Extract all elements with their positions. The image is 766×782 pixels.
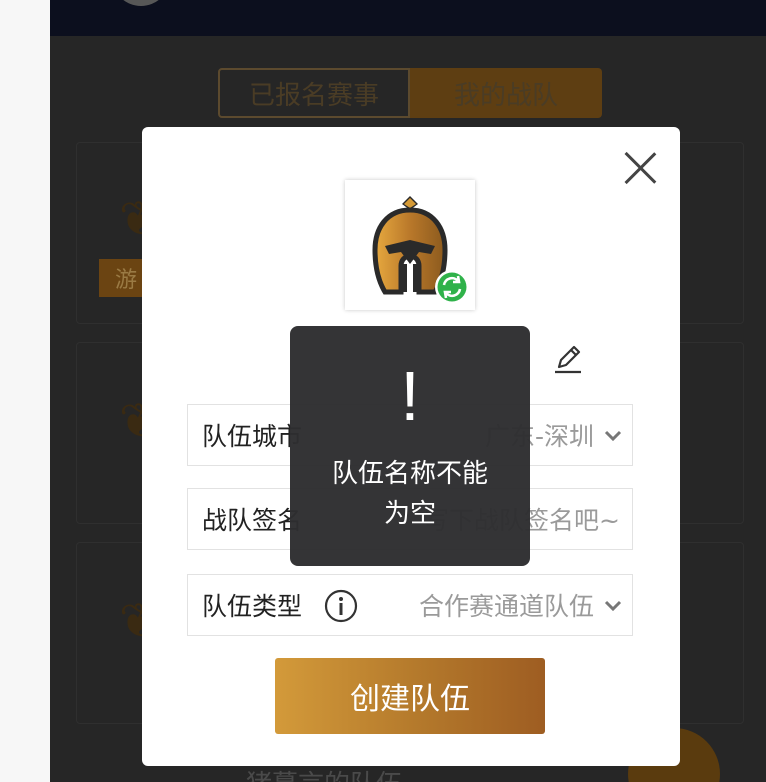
exclamation-icon: ! [400,357,420,435]
spartan-helmet-icon [372,196,469,304]
tab-registered-events[interactable]: 已报名赛事 [218,68,410,118]
info-icon[interactable] [324,589,358,623]
chevron-down-icon [604,430,622,442]
field-label: 队伍类型 [202,592,303,621]
error-toast: ! 队伍名称不能 为空 [290,326,530,566]
field-value: 合作赛通道队伍 [418,592,594,621]
avatar [112,0,170,6]
create-team-button[interactable]: 创建队伍 [275,658,545,734]
top-header [50,0,766,36]
field-label: 队伍城市 [202,422,303,451]
toast-message: 队伍名称不能 为空 [310,454,510,534]
team-type-select[interactable]: 队伍类型 合作赛通道队伍 [187,574,633,636]
tab-bar: 已报名赛事 我的战队 [218,68,602,118]
team-card-title: 猪蔓言的队伍 [246,764,402,782]
chevron-down-icon [604,600,622,612]
edit-pencil-icon[interactable] [552,343,584,375]
field-label: 战队签名 [202,506,303,535]
toast-message-line: 为空 [383,499,436,529]
left-gutter [0,0,50,782]
tab-my-team[interactable]: 我的战队 [410,68,602,118]
toast-message-line: 队伍名称不能 [331,459,488,489]
close-icon[interactable] [622,149,658,185]
team-logo[interactable] [345,180,475,310]
